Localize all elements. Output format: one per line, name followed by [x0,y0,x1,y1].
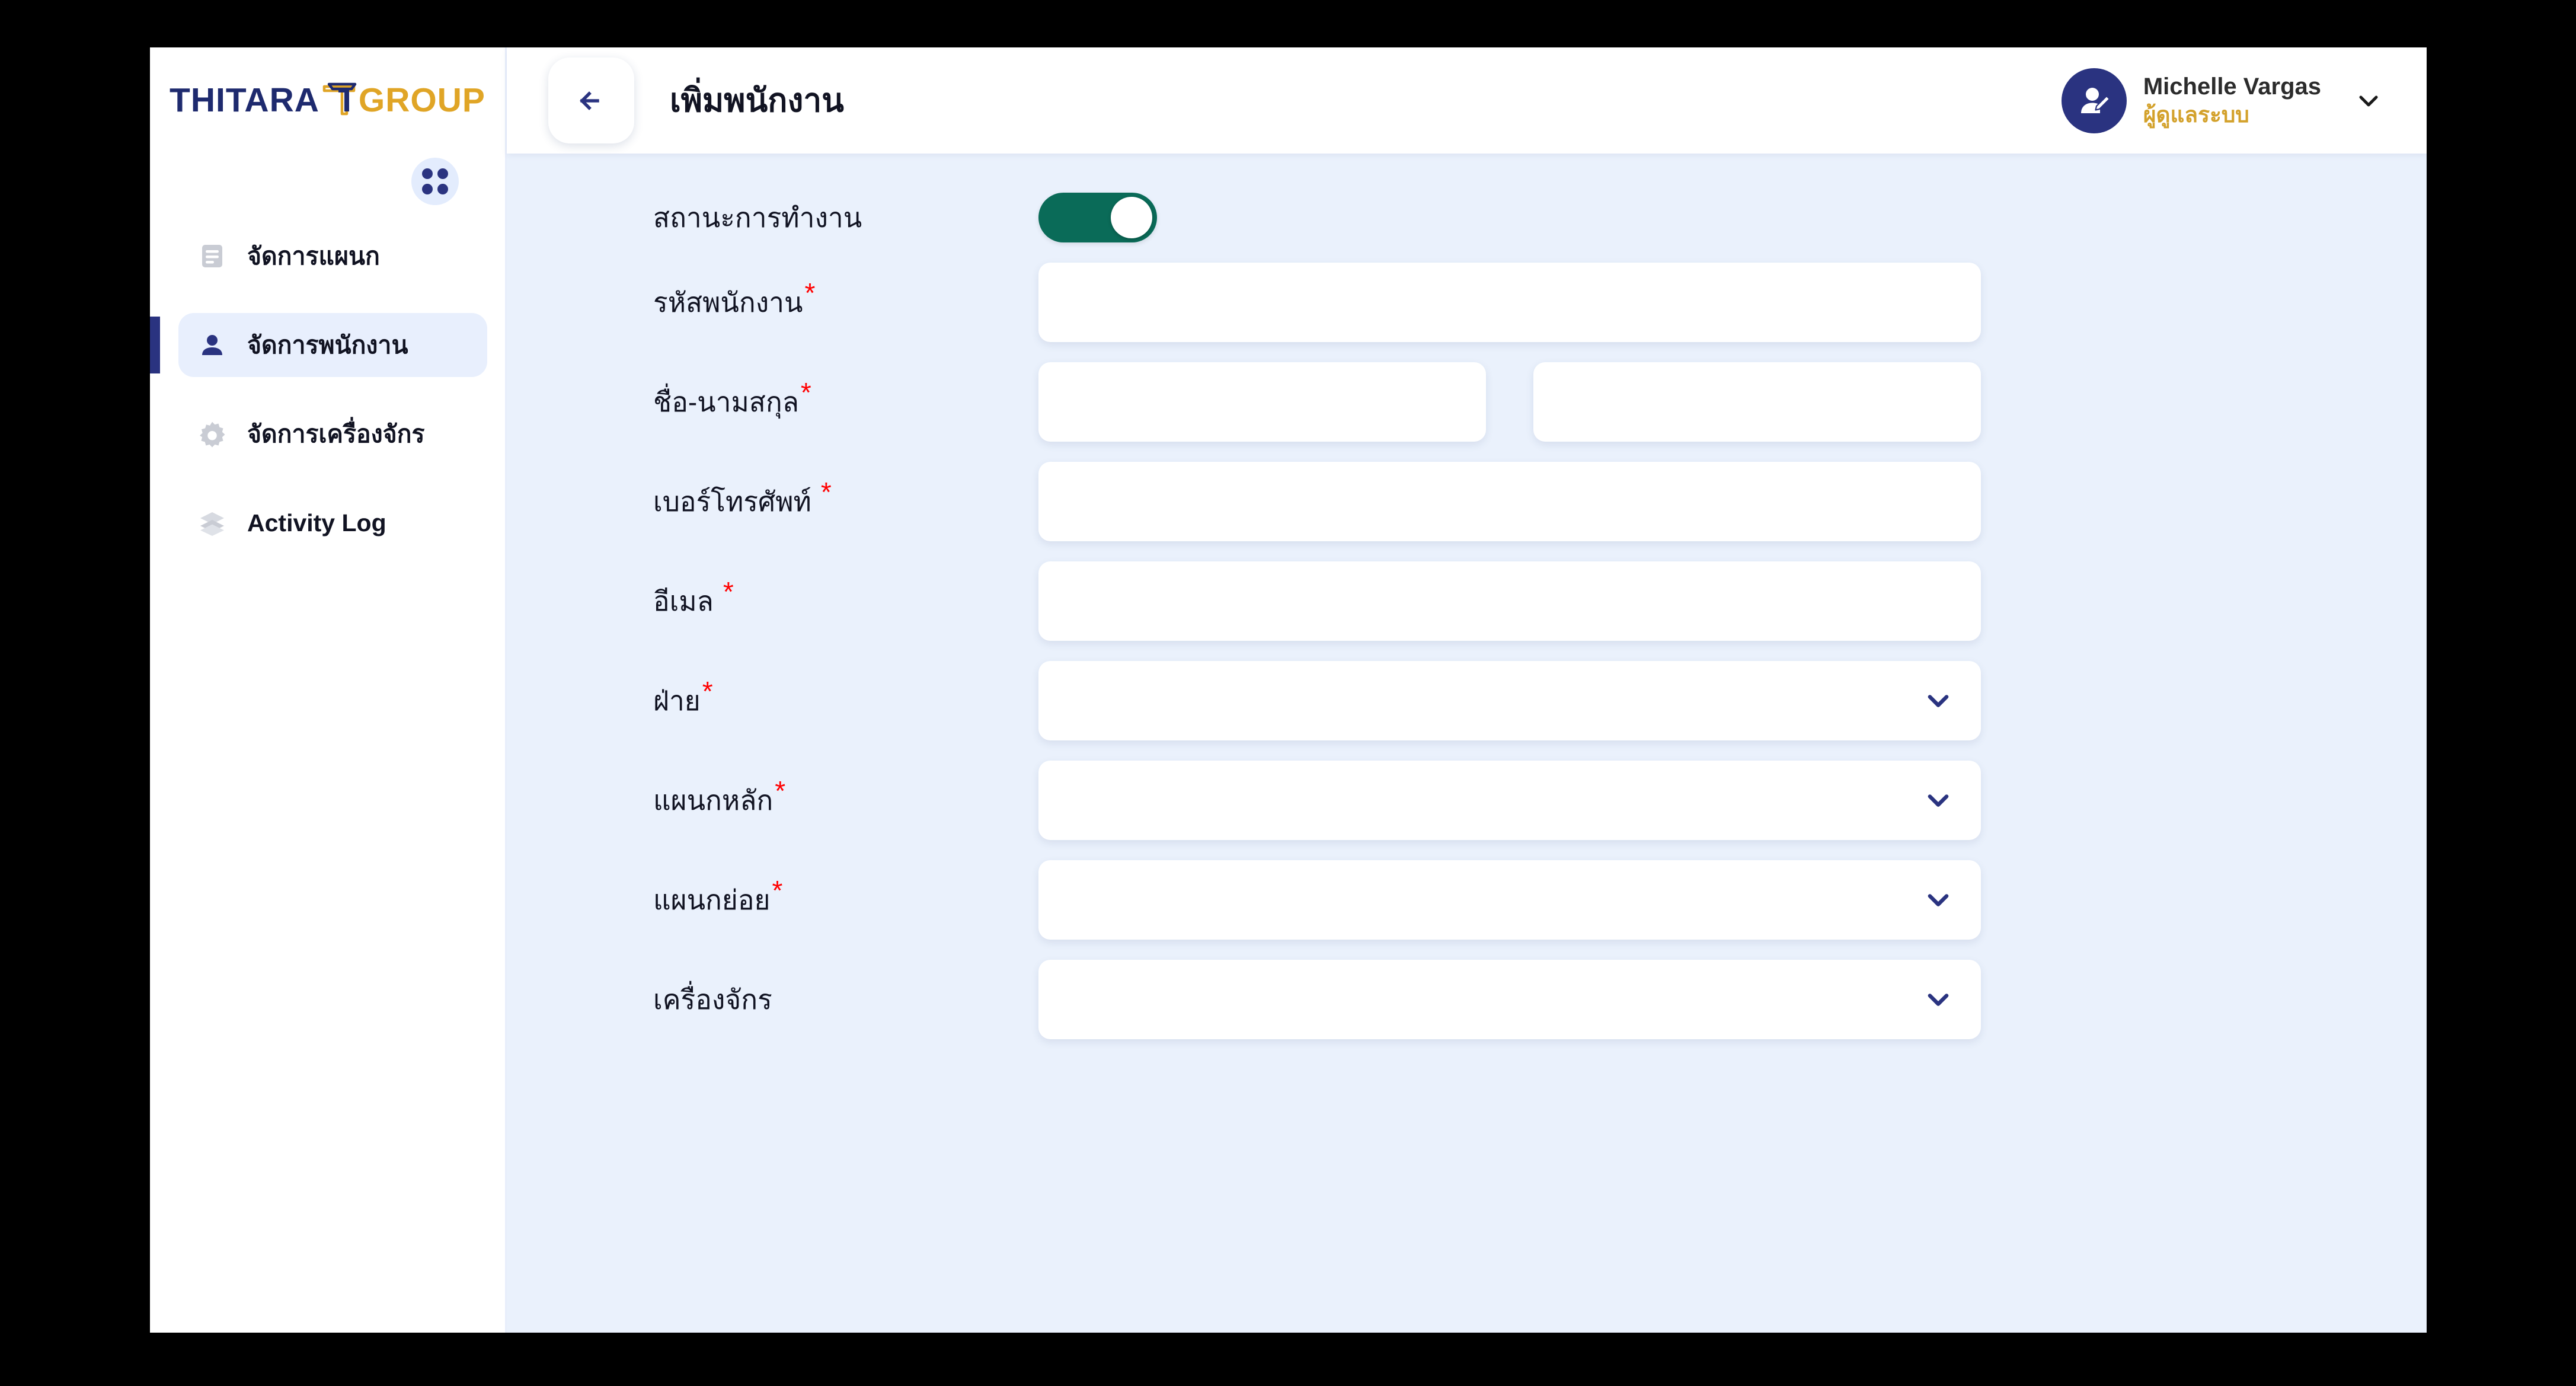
sidebar-nav: จัดการแผนก จัดการพนักงาน จัดการเครื่องจั… [150,224,505,555]
sidebar-item-label: Activity Log [247,509,386,536]
form-row-phone: เบอร์โทรศัพท์ * [507,462,2427,541]
field-label-text: รหัสพนักงาน [653,286,803,318]
back-button[interactable] [548,58,634,143]
field-control [1038,761,1981,840]
firstname-input[interactable] [1038,362,1486,442]
grid-dots-icon [422,168,448,194]
form-row-email: อีเมล * [507,561,2427,641]
field-label: รหัสพนักงาน * [653,277,1038,324]
field-control [1038,362,1981,442]
user-name: Michelle Vargas [2143,74,2321,100]
form-row-machine: เครื่องจักร [507,960,2427,1039]
page-title: เพิ่มพนักงาน [670,82,844,119]
brand-name-primary: THITARA [170,81,319,119]
chevron-down-icon [1928,695,1949,707]
field-label-text: แผนกหลัก [653,784,774,816]
field-label-text: สถานะการทำงาน [653,202,862,233]
field-control [1038,193,1981,242]
apps-grid-button[interactable] [411,158,459,205]
email-input[interactable] [1038,561,1981,641]
work-status-toggle[interactable] [1038,193,1157,242]
document-icon [195,243,229,269]
field-label-text: ชื่อ-นามสกุล [653,386,799,417]
brand-logo: THITARA GROUP [150,47,505,153]
user-text: Michelle Vargas ผู้ดูแลระบบ [2143,73,2321,128]
field-label-text: แผนกย่อย [653,884,771,915]
field-label: เบอร์โทรศัพท์ * [653,476,1038,523]
sidebar-item-label: จัดการแผนก [247,242,380,270]
required-marker: * [723,576,734,607]
chevron-down-icon [1928,894,1949,906]
field-control [1038,462,1981,541]
sidebar-item-machine[interactable]: จัดการเครื่องจักร [178,402,487,466]
field-label-text: ฝ่าย [653,685,701,716]
required-marker: * [775,775,786,806]
chevron-down-icon [1928,794,1949,807]
layers-icon [195,510,229,536]
division-select[interactable] [1038,661,1981,740]
thitara-column-icon [321,82,357,119]
field-control [1038,263,1981,342]
gear-icon [195,420,229,448]
field-control [1038,661,1981,740]
sidebar-item-label: จัดการพนักงาน [247,331,408,359]
required-marker: * [702,675,713,707]
active-indicator [150,317,160,373]
app-window: THITARA GROUP จัดการแผนก จัดการพนักงาน จ… [150,47,2427,1333]
phone-input[interactable] [1038,462,1981,541]
user-menu-chevron-button[interactable] [2354,87,2383,115]
required-marker: * [820,476,832,507]
arrow-left-icon [579,91,599,110]
chevron-down-icon [1928,994,1949,1006]
apps-row [150,153,505,210]
field-label-text: อีเมล [653,585,714,617]
form-row-sub-department: แผนกย่อย * [507,860,2427,940]
field-label: แผนกหลัก * [653,775,1038,822]
field-label: แผนกย่อย * [653,874,1038,922]
field-control [1038,860,1981,940]
field-label-text: เบอร์โทรศัพท์ [653,486,811,517]
main-area: เพิ่มพนักงาน Michelle Vargas ผู้ดูแลระบบ [507,47,2427,1333]
form-row-work-status: สถานะการทำงาน [507,193,2427,242]
field-label: อีเมล * [653,576,1038,623]
sidebar-item-department[interactable]: จัดการแผนก [178,224,487,288]
required-marker: * [804,277,816,308]
form-row-fullname: ชื่อ-นามสกุล * [507,362,2427,442]
topbar: เพิ่มพนักงาน Michelle Vargas ผู้ดูแลระบบ [507,47,2427,154]
field-label-text: เครื่องจักร [653,983,772,1015]
sidebar-item-employee[interactable]: จัดการพนักงาน [150,313,487,377]
lastname-input[interactable] [1533,362,1981,442]
field-control [1038,561,1981,641]
form-row-division: ฝ่าย * [507,661,2427,740]
sidebar: THITARA GROUP จัดการแผนก จัดการพนักงาน จ… [150,47,507,1333]
form-row-main-department: แผนกหลัก * [507,761,2427,840]
user-edit-icon [2080,87,2110,113]
user-role: ผู้ดูแลระบบ [2143,103,2249,127]
sub-department-select[interactable] [1038,860,1981,940]
field-label: ชื่อ-นามสกุล * [653,376,1038,424]
form-row-employee-id: รหัสพนักงาน * [507,263,2427,342]
avatar [2061,68,2127,133]
machine-select[interactable] [1038,960,1981,1039]
chevron-down-icon [2359,95,2378,106]
field-label: สถานะการทำงาน [653,196,1038,239]
employee-id-input[interactable] [1038,263,1981,342]
form-content: สถานะการทำงาน รหัสพนักงาน * ชื่อ-นามสกุล… [507,154,2427,1333]
field-label: เครื่องจักร [653,978,1038,1021]
field-label: ฝ่าย * [653,675,1038,723]
main-department-select[interactable] [1038,761,1981,840]
required-marker: * [800,376,811,408]
person-icon [195,332,229,358]
brand-name-secondary: GROUP [358,81,485,119]
sidebar-item-label: จัดการเครื่องจักร [247,420,425,448]
field-control [1038,960,1981,1039]
required-marker: * [772,874,783,906]
toggle-knob [1111,197,1152,238]
user-menu[interactable]: Michelle Vargas ผู้ดูแลระบบ [2061,68,2383,133]
sidebar-item-activity-log[interactable]: Activity Log [178,491,487,555]
